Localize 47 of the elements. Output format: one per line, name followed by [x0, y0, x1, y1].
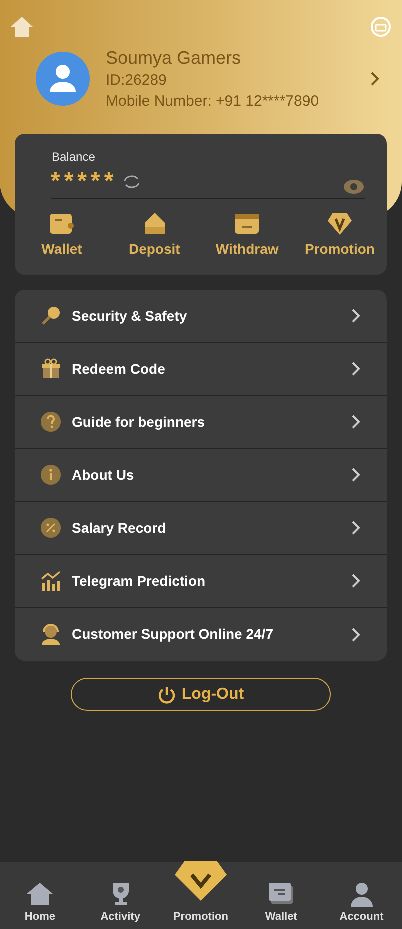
- action-button[interactable]: Wallet: [23, 211, 101, 260]
- info-icon: [40, 464, 62, 486]
- menu-item[interactable]: About Us: [15, 449, 387, 502]
- menu-item[interactable]: Security & Safety: [15, 290, 387, 343]
- user-id: ID:26289: [106, 71, 168, 91]
- chevron-right-icon: [351, 414, 361, 430]
- nav-tab[interactable]: Activity: [86, 880, 156, 925]
- diamond-icon: [326, 211, 354, 237]
- diamond-icon: [172, 858, 229, 902]
- action-button[interactable]: Deposit: [116, 211, 194, 260]
- menu-item[interactable]: Customer Support Online 24/7: [15, 608, 387, 661]
- headset-user-icon: [40, 624, 62, 646]
- chevron-right-icon: [351, 626, 361, 642]
- chevron-right-icon: [351, 361, 361, 377]
- nav-tab[interactable]: Wallet: [246, 880, 316, 925]
- chevron-right-icon: [351, 467, 361, 483]
- home-icon[interactable]: [10, 16, 34, 38]
- nav-tab[interactable]: Account: [326, 880, 397, 925]
- chevron-right-icon: [351, 573, 361, 589]
- wallet-icon: [48, 211, 76, 237]
- action-button[interactable]: Withdraw: [208, 211, 286, 260]
- home-icon: [26, 880, 54, 906]
- chevron-right-icon: [351, 520, 361, 536]
- balance-label: Balance: [52, 149, 96, 166]
- menu-item[interactable]: Salary Record: [15, 502, 387, 555]
- percent-badge-icon: [40, 517, 62, 539]
- avatar: [36, 52, 90, 106]
- balance-value: *****: [51, 168, 118, 196]
- menu-item[interactable]: Telegram Prediction: [15, 555, 387, 608]
- gift-icon: [40, 358, 62, 380]
- chevron-right-icon: [370, 71, 380, 87]
- chart-icon: [40, 570, 62, 592]
- question-icon: [40, 411, 62, 433]
- menu-item[interactable]: Guide for beginners: [15, 396, 387, 449]
- nav-tab[interactable]: Promotion: [166, 858, 236, 925]
- power-icon: [158, 686, 176, 704]
- chevron-right-icon: [351, 308, 361, 324]
- eye-icon[interactable]: [343, 179, 365, 195]
- card-icon: [233, 211, 262, 237]
- menu-item[interactable]: Redeem Code: [15, 343, 387, 396]
- mobile-number: Mobile Number: +91 12****7890: [106, 92, 320, 112]
- logout-button[interactable]: Log-Out: [71, 678, 331, 711]
- wallet-icon: [267, 880, 296, 906]
- action-button[interactable]: Promotion: [300, 211, 379, 260]
- nav-tab[interactable]: Home: [5, 880, 76, 925]
- refresh-icon[interactable]: [122, 174, 142, 190]
- user-name: Soumya Gamers: [106, 47, 242, 70]
